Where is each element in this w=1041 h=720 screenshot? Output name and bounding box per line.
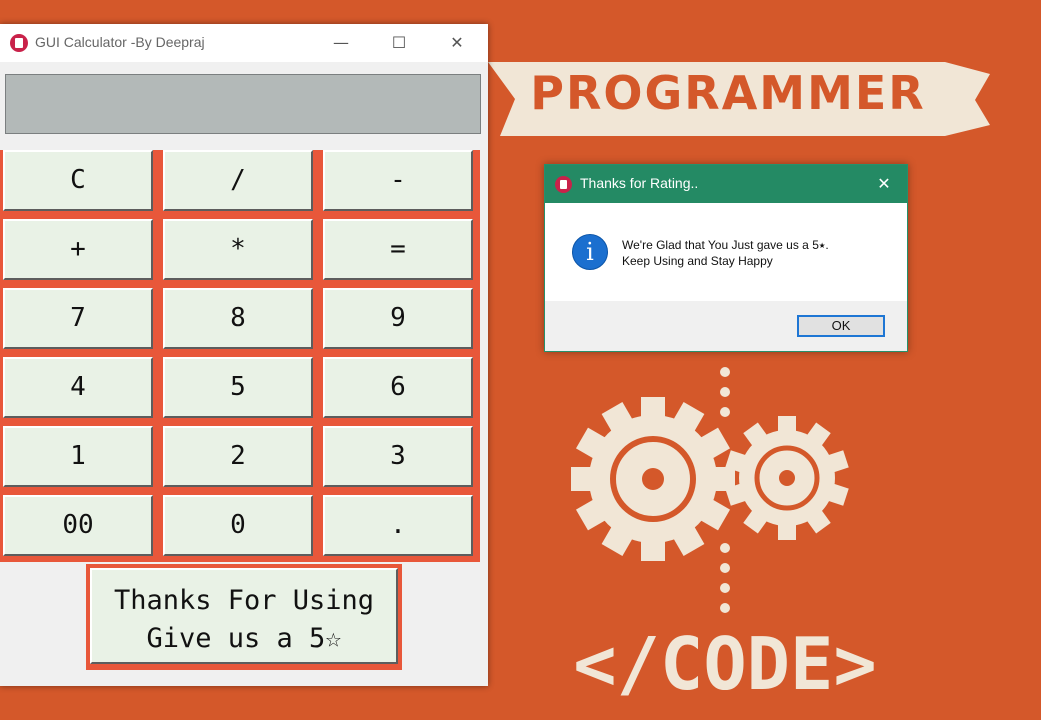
key-8[interactable]: 8 (163, 288, 313, 349)
key-multiply[interactable]: * (163, 219, 313, 280)
minimize-button[interactable]: — (312, 24, 370, 62)
info-icon: i (572, 234, 608, 270)
dialog-close-button[interactable]: ✕ (861, 165, 907, 203)
calculator-display[interactable] (5, 74, 481, 134)
title-bar[interactable]: GUI Calculator -By Deepraj — ☐ ✕ (0, 24, 488, 62)
dialog-title: Thanks for Rating.. (580, 175, 699, 191)
calculator-app-icon (10, 34, 28, 52)
code-text: </CODE> (573, 622, 877, 706)
key-subtract[interactable]: - (323, 150, 473, 211)
dialog-message-line-1: We're Glad that You Just gave us a 5⭑. (622, 238, 829, 252)
key-clear[interactable]: C (3, 150, 153, 211)
dialog-title-bar[interactable]: Thanks for Rating.. ✕ (545, 165, 907, 203)
key-1[interactable]: 1 (3, 426, 153, 487)
key-7[interactable]: 7 (3, 288, 153, 349)
key-5[interactable]: 5 (163, 357, 313, 418)
key-9[interactable]: 9 (323, 288, 473, 349)
maximize-button[interactable]: ☐ (370, 24, 428, 62)
close-button[interactable]: ✕ (428, 24, 486, 62)
key-equals[interactable]: = (323, 219, 473, 280)
key-3[interactable]: 3 (323, 426, 473, 487)
rating-dialog: Thanks for Rating.. ✕ i We're Glad that … (544, 164, 908, 352)
key-4[interactable]: 4 (3, 357, 153, 418)
gear-small-icon (725, 416, 849, 540)
gear-large-icon (571, 397, 735, 561)
dialog-message: We're Glad that You Just gave us a 5⭑. K… (622, 237, 829, 269)
ok-button[interactable]: OK (797, 315, 885, 337)
key-divide[interactable]: / (163, 150, 313, 211)
key-2[interactable]: 2 (163, 426, 313, 487)
dialog-footer: OK (545, 301, 907, 351)
banner-text: PROGRAMMER (530, 66, 926, 120)
thanks-rate-button[interactable]: Thanks For Using Give us a 5☆ (90, 568, 398, 664)
calculator-app-icon (555, 176, 572, 193)
thanks-button-frame: Thanks For Using Give us a 5☆ (86, 564, 402, 670)
key-0[interactable]: 0 (163, 495, 313, 556)
window-title: GUI Calculator -By Deepraj (35, 34, 205, 50)
keypad: C / - + * = 7 8 9 4 5 6 1 2 3 00 0 . (0, 150, 480, 562)
key-decimal[interactable]: . (323, 495, 473, 556)
key-00[interactable]: 00 (3, 495, 153, 556)
key-6[interactable]: 6 (323, 357, 473, 418)
dialog-message-line-2: Keep Using and Stay Happy (622, 254, 773, 268)
thanks-line-1: Thanks For Using (113, 585, 375, 616)
calculator-window: GUI Calculator -By Deepraj — ☐ ✕ C / - +… (0, 24, 488, 686)
thanks-line-2: Give us a 5☆ (146, 623, 342, 654)
key-add[interactable]: + (3, 219, 153, 280)
